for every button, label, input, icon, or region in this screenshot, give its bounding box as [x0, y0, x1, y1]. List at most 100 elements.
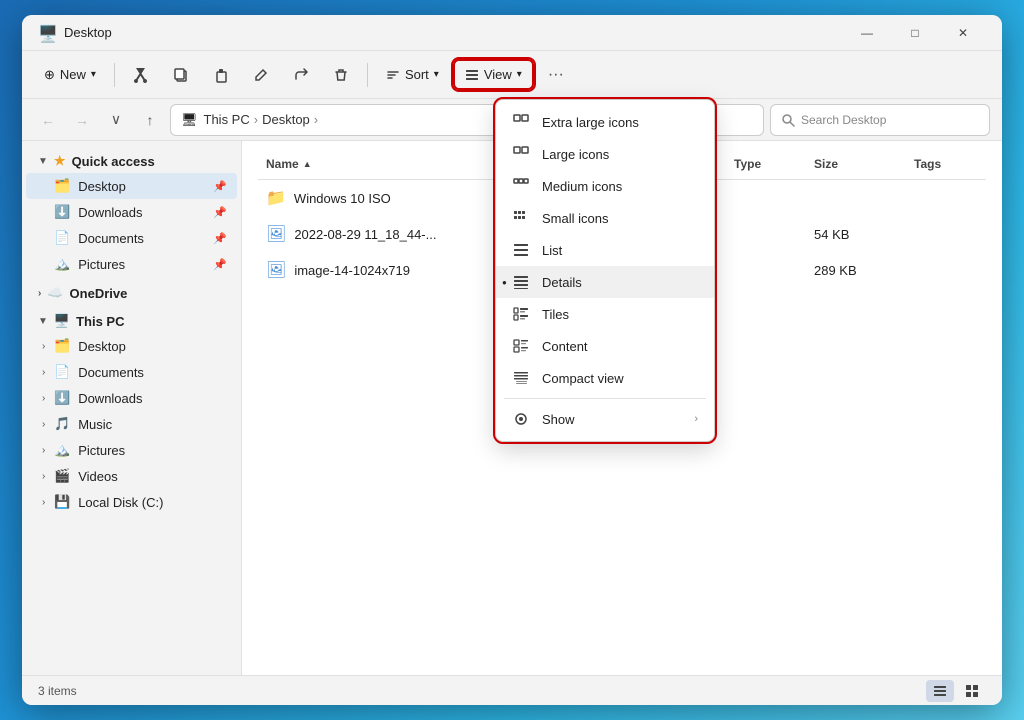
delete-button[interactable] — [323, 57, 359, 93]
file-name: 2022-08-29 11_18_44-... — [294, 227, 436, 242]
sidebar-item-downloads-pc[interactable]: › ⬇️ Downloads — [26, 385, 237, 411]
downloads-pc-icon: ⬇️ — [54, 390, 70, 406]
content-icon — [512, 337, 530, 355]
documents-pc-chevron-icon: › — [42, 367, 45, 378]
search-bar[interactable]: Search Desktop — [770, 104, 990, 136]
status-bar: 3 items — [22, 675, 1002, 705]
menu-item-label: Show — [542, 412, 575, 427]
view-icon — [465, 68, 479, 82]
menu-item-medium-icons[interactable]: Medium icons — [496, 170, 714, 202]
more-button[interactable]: ··· — [538, 57, 574, 93]
quick-access-chevron-icon: ▼ — [38, 156, 48, 167]
sidebar-item-label: Music — [78, 417, 112, 432]
copy-button[interactable] — [163, 57, 199, 93]
share-button[interactable] — [283, 57, 319, 93]
sidebar-item-label: Downloads — [78, 391, 142, 406]
sidebar-item-videos-pc[interactable]: › 🎬 Videos — [26, 463, 237, 489]
file-tags-cell — [906, 220, 986, 248]
rename-icon — [253, 67, 269, 83]
menu-item-label: Large icons — [542, 147, 609, 162]
quick-access-header[interactable]: ▼ ★ Quick access — [26, 149, 237, 173]
menu-item-compact-view[interactable]: Compact view — [496, 362, 714, 394]
rename-button[interactable] — [243, 57, 279, 93]
title-bar: 🖥️ Desktop — □ ✕ — [22, 15, 1002, 51]
menu-item-label: Tiles — [542, 307, 569, 322]
menu-item-content[interactable]: Content — [496, 330, 714, 362]
sidebar-item-desktop-pc[interactable]: › 🗂️ Desktop — [26, 333, 237, 359]
new-chevron-icon: ▾ — [91, 69, 96, 80]
file-size-cell: 289 KB — [806, 256, 906, 284]
close-button[interactable]: ✕ — [940, 17, 986, 49]
image-icon: 🖼 — [266, 224, 286, 244]
minimize-button[interactable]: — — [844, 17, 890, 49]
pc-icon: 🖥 — [181, 112, 198, 128]
pin-icon: 📌 — [213, 232, 227, 245]
menu-item-extra-large-icons[interactable]: Extra large icons — [496, 106, 714, 138]
documents-icon: 📄 — [54, 230, 70, 246]
paste-icon — [213, 67, 229, 83]
extra-large-icons-icon — [512, 113, 530, 131]
downloads-pc-chevron-icon: › — [42, 393, 45, 404]
recent-locations-button[interactable]: ∨ — [102, 106, 130, 134]
music-pc-icon: 🎵 — [54, 416, 70, 432]
search-placeholder: Search Desktop — [801, 113, 886, 127]
back-button[interactable]: ← — [34, 106, 62, 134]
menu-divider — [504, 398, 706, 399]
sidebar-item-downloads-quickaccess[interactable]: ⬇️ Downloads 📌 — [26, 199, 237, 225]
sidebar-item-pictures-pc[interactable]: › 🏔️ Pictures — [26, 437, 237, 463]
paste-button[interactable] — [203, 57, 239, 93]
sidebar-item-pictures-quickaccess[interactable]: 🏔️ Pictures 📌 — [26, 251, 237, 277]
copy-icon — [173, 67, 189, 83]
maximize-button[interactable]: □ — [892, 17, 938, 49]
item-count: 3 items — [38, 684, 77, 698]
sidebar: ▼ ★ Quick access 🗂️ Desktop 📌 ⬇️ Downloa… — [22, 141, 242, 675]
forward-button[interactable]: → — [68, 106, 96, 134]
quick-access-star-icon: ★ — [54, 153, 66, 169]
pin-icon: 📌 — [213, 180, 227, 193]
sidebar-item-localdisk-pc[interactable]: › 💾 Local Disk (C:) — [26, 489, 237, 515]
view-chevron-icon: ▾ — [517, 69, 522, 80]
desktop-pc-folder-icon: 🗂️ — [54, 338, 70, 354]
medium-icons-icon — [512, 177, 530, 195]
sort-button[interactable]: Sort ▾ — [376, 61, 449, 88]
sidebar-item-label: Desktop — [78, 179, 126, 194]
sidebar-item-documents-quickaccess[interactable]: 📄 Documents 📌 — [26, 225, 237, 251]
sidebar-item-label: Downloads — [78, 205, 142, 220]
onedrive-label: OneDrive — [70, 286, 128, 301]
plus-icon: ⊕ — [44, 67, 55, 83]
window-icon: 🖥️ — [38, 24, 56, 42]
column-type[interactable]: Type — [726, 153, 806, 175]
column-tags[interactable]: Tags — [906, 153, 986, 175]
sidebar-item-label: Local Disk (C:) — [78, 495, 163, 510]
sidebar-item-desktop-quickaccess[interactable]: 🗂️ Desktop 📌 — [26, 173, 237, 199]
menu-item-details[interactable]: ● Details — [496, 266, 714, 298]
desktop-pc-chevron-icon: › — [42, 341, 45, 352]
details-view-toggle[interactable] — [926, 680, 954, 702]
sidebar-item-label: Pictures — [78, 257, 125, 272]
menu-item-label: Compact view — [542, 371, 624, 386]
menu-item-list[interactable]: List — [496, 234, 714, 266]
menu-item-large-icons[interactable]: Large icons — [496, 138, 714, 170]
menu-item-small-icons[interactable]: Small icons — [496, 202, 714, 234]
pin-icon: 📌 — [213, 206, 227, 219]
breadcrumb: This PC › Desktop › — [204, 112, 319, 127]
column-size[interactable]: Size — [806, 153, 906, 175]
downloads-icon: ⬇️ — [54, 204, 70, 220]
sidebar-item-music-pc[interactable]: › 🎵 Music — [26, 411, 237, 437]
this-pc-header[interactable]: ▼ 🖥️ This PC — [26, 309, 237, 333]
new-button[interactable]: ⊕ New ▾ — [34, 61, 106, 89]
file-tags-cell — [906, 256, 986, 284]
onedrive-header[interactable]: › ☁️ OneDrive — [26, 281, 237, 305]
cut-button[interactable] — [123, 57, 159, 93]
menu-item-show[interactable]: Show › — [496, 403, 714, 435]
sidebar-item-documents-pc[interactable]: › 📄 Documents — [26, 359, 237, 385]
sort-icon — [386, 68, 400, 82]
image-icon: 🖼 — [266, 260, 286, 280]
menu-item-tiles[interactable]: Tiles — [496, 298, 714, 330]
tiles-view-toggle[interactable] — [958, 680, 986, 702]
up-button[interactable]: ↑ — [136, 106, 164, 134]
window-title: Desktop — [64, 25, 844, 40]
menu-item-label: Details — [542, 275, 582, 290]
toolbar-separator-2 — [367, 63, 368, 87]
view-button[interactable]: View ▾ — [453, 59, 534, 90]
